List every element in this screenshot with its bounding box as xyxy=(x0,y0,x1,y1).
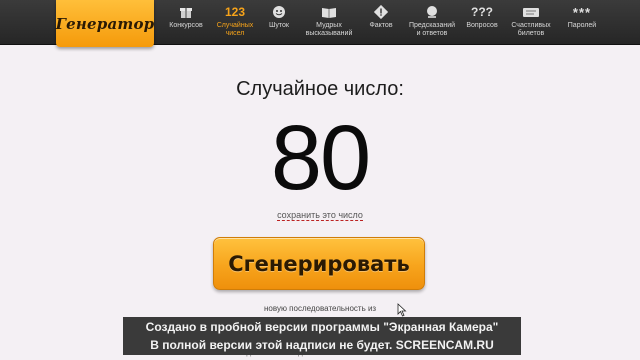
book-icon xyxy=(321,5,337,19)
save-number-link-wrap: сохранить это число xyxy=(0,210,640,221)
sequence-text: новую последовательность из xyxy=(264,304,377,313)
fact-icon xyxy=(374,5,388,19)
generate-button[interactable]: Сгенерировать xyxy=(213,237,425,290)
trial-watermark: Создано в пробной версии программы "Экра… xyxy=(123,317,521,355)
site-logo[interactable]: Генератор xyxy=(56,0,154,47)
nav-item-jokes[interactable]: Шуток xyxy=(258,0,300,45)
smiley-icon xyxy=(272,5,286,19)
nav-item-random-numbers[interactable]: 123 Случайных чисел xyxy=(212,0,258,45)
nav-item-lucky-tickets[interactable]: Счастливых билетов xyxy=(504,0,558,45)
nav-item-contests[interactable]: Конкурсов xyxy=(160,0,212,45)
nav-item-wise-sayings[interactable]: Мудрых высказываний xyxy=(300,0,358,45)
page-title: Случайное число: xyxy=(236,78,404,100)
random-number: 80 xyxy=(270,107,371,209)
mouse-cursor-icon xyxy=(397,303,407,317)
password-icon: *** xyxy=(572,4,592,20)
main-nav: Конкурсов 123 Случайных чисел Шуток Мудр… xyxy=(160,0,606,45)
save-number-link[interactable]: сохранить это число xyxy=(277,210,363,221)
top-navbar: Генератор Конкурсов 123 Случайных чисел … xyxy=(0,0,640,47)
nav-item-questions[interactable]: ??? Вопросов xyxy=(460,0,504,45)
generate-button-label: Сгенерировать xyxy=(228,251,410,276)
gift-icon xyxy=(179,5,193,19)
numbers-icon: 123 xyxy=(224,5,246,19)
nav-item-passwords[interactable]: *** Паролей xyxy=(558,0,606,45)
ticket-icon xyxy=(522,5,540,19)
crystal-ball-icon xyxy=(425,5,439,19)
question-icon: ??? xyxy=(471,5,493,19)
watermark-line-2: В полной версии этой надписи не будет. S… xyxy=(150,338,494,352)
nav-item-facts[interactable]: Фактов xyxy=(358,0,404,45)
logo-text: Генератор xyxy=(55,14,155,33)
nav-item-predictions[interactable]: Предсказаний и ответов xyxy=(404,0,460,45)
watermark-line-1: Создано в пробной версии программы "Экра… xyxy=(145,320,499,334)
